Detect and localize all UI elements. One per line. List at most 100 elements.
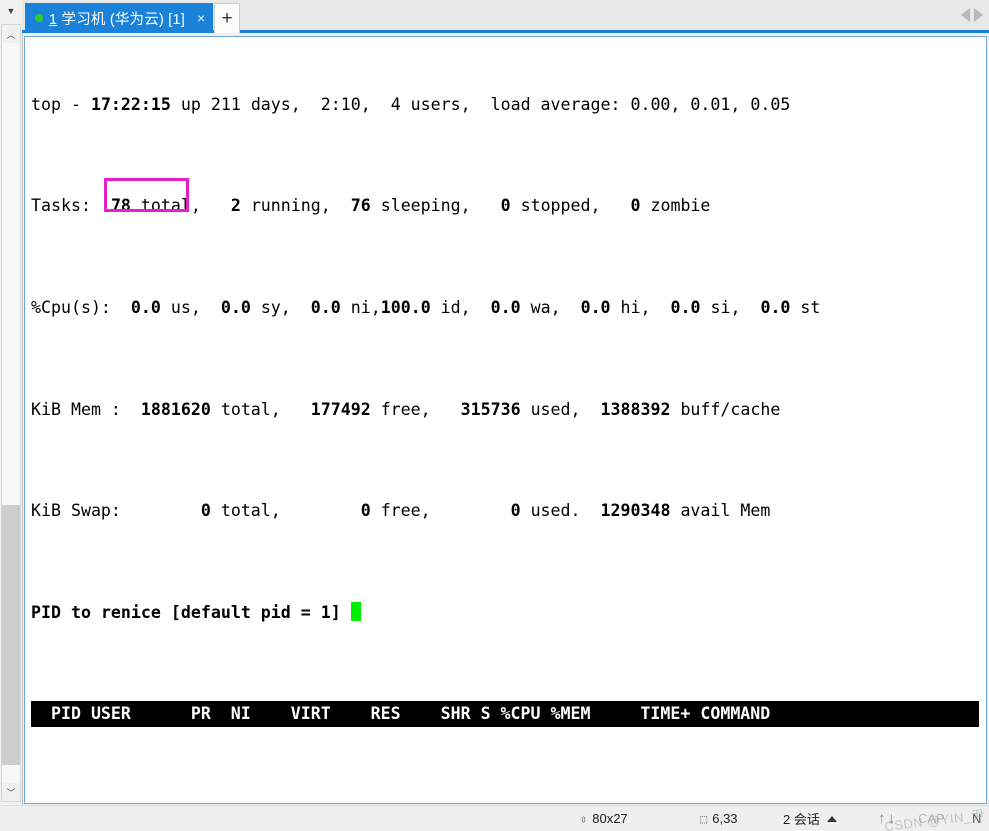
- cpu-sy-label: sy,: [250, 298, 311, 318]
- process-table-header: PID USER PR NI VIRT RES SHR S %CPU %MEM …: [31, 701, 979, 727]
- swap-total: 0: [200, 501, 211, 521]
- cursor-position-indicator: ⬚ 6,33: [700, 811, 738, 826]
- status-bar: ⇳ 80x27 ⬚ 6,33 2 会话 ↑ ↓ CAP N: [0, 805, 989, 831]
- session-count-indicator[interactable]: 2 会话: [783, 809, 837, 828]
- top-label: top -: [31, 94, 91, 114]
- arrow-down-icon: ↓: [887, 810, 896, 827]
- mem-label: KiB Mem :: [31, 399, 141, 419]
- top-summary-swap: KiB Swap: 0 total, 0 free, 0 used. 12903…: [31, 498, 986, 523]
- session-count-label: 2 会话: [783, 812, 820, 827]
- new-tab-button[interactable]: +: [214, 3, 240, 33]
- cpu-id-label: id,: [430, 298, 491, 318]
- chevron-right-icon[interactable]: [974, 8, 983, 22]
- close-icon[interactable]: ×: [197, 11, 205, 25]
- swap-free-label: free,: [370, 501, 511, 521]
- cpu-st-label: st: [790, 298, 821, 318]
- arrow-up-icon: ↑: [878, 810, 886, 827]
- swap-free: 0: [360, 501, 371, 521]
- tasks-zombie: 0: [630, 196, 641, 216]
- cpu-ni: 0.0: [310, 298, 341, 318]
- cpu-wa-label: wa,: [520, 298, 581, 318]
- swap-avail-label: avail Mem: [670, 501, 771, 521]
- tasks-total: 78: [110, 196, 131, 216]
- cpu-sy: 0.0: [220, 298, 251, 318]
- tasks-total-label: total,: [130, 196, 231, 216]
- cpu-si: 0.0: [670, 298, 701, 318]
- network-activity-indicator: ↑ ↓: [878, 810, 895, 827]
- load-average: 4 users, load average: 0.00, 0.01, 0.05: [370, 94, 791, 114]
- top-summary-mem: KiB Mem : 1881620 total, 177492 free, 31…: [31, 397, 986, 422]
- scroll-up-icon[interactable]: ︿: [2, 25, 20, 43]
- text-cursor: [350, 601, 361, 621]
- tab-title-text: 学习机 (华为云) [1]: [61, 11, 185, 28]
- num-lock-indicator: N: [972, 811, 982, 826]
- cursor-position-value: 6,33: [712, 811, 738, 826]
- cpu-id: 100.0: [380, 298, 431, 318]
- cpu-ni-label: ni,: [340, 298, 381, 318]
- tasks-label: Tasks:: [31, 196, 111, 216]
- mem-used-label: used,: [520, 399, 601, 419]
- mem-total-label: total,: [210, 399, 311, 419]
- scroll-down-icon[interactable]: ﹀: [2, 783, 20, 801]
- tab-nav-arrows: [961, 8, 983, 22]
- swap-avail: 1290348: [600, 501, 671, 521]
- mem-buffcache-label: buff/cache: [670, 399, 781, 419]
- mem-used: 315736: [460, 399, 521, 419]
- swap-used-label: used.: [520, 501, 601, 521]
- mem-buffcache: 1388392: [600, 399, 671, 419]
- mem-free-label: free,: [370, 399, 461, 419]
- tasks-stopped-label: stopped,: [510, 196, 631, 216]
- top-summary-uptime: top - 17:22:15 up 211 days, 2:10, 4 user…: [31, 92, 986, 117]
- cpu-si-label: si,: [700, 298, 761, 318]
- process-table-body: 1 root 20 0 51656 3620 2392 S 0.0 0.2 25…: [31, 803, 986, 804]
- terminal-size-value: 80x27: [592, 811, 628, 826]
- cpu-wa: 0.0: [490, 298, 521, 318]
- left-scrollbar[interactable]: ︿ ﹀: [1, 24, 21, 802]
- tasks-stopped: 0: [500, 196, 511, 216]
- renice-keyword: renice: [100, 602, 161, 622]
- tasks-sleeping: 76: [350, 196, 371, 216]
- caps-lock-indicator: CAP: [918, 811, 945, 826]
- terminal-size-indicator: ⇳ 80x27: [580, 811, 628, 826]
- swap-used: 0: [510, 501, 521, 521]
- tasks-sleeping-label: sleeping,: [370, 196, 501, 216]
- cpu-us-label: us,: [160, 298, 221, 318]
- session-dropdown[interactable]: ▼: [0, 0, 22, 22]
- chevron-down-icon: ▼: [6, 6, 16, 16]
- cpu-hi: 0.0: [580, 298, 611, 318]
- tasks-running: 2: [230, 196, 241, 216]
- tab-title: 1 学习机 (华为云) [1]: [49, 8, 185, 29]
- cpu-label: %Cpu(s):: [31, 298, 131, 318]
- chevron-up-icon[interactable]: [826, 815, 837, 822]
- top-time: 17:22:15: [90, 94, 171, 114]
- mem-total: 1881620: [140, 399, 211, 419]
- uptime-value: 211 days, 2:10,: [210, 94, 371, 114]
- mem-free: 177492: [310, 399, 371, 419]
- tab-session-1[interactable]: 1 学习机 (华为云) [1] ×: [25, 3, 214, 33]
- top-summary-cpu: %Cpu(s): 0.0 us, 0.0 sy, 0.0 ni,100.0 id…: [31, 295, 986, 320]
- scrollbar-thumb[interactable]: [2, 505, 20, 765]
- cpu-st: 0.0: [760, 298, 791, 318]
- renice-prompt-prefix: PID to: [31, 602, 101, 622]
- swap-label: KiB Swap:: [31, 501, 201, 521]
- renice-prompt-suffix: [default pid = 1]: [160, 602, 351, 622]
- tab-strip: 1 学习机 (华为云) [1] × +: [22, 0, 989, 33]
- resize-icon: ⇳: [580, 811, 588, 826]
- tab-accel: 1: [49, 11, 58, 28]
- left-rail: ▼ ︿ ﹀: [0, 0, 23, 805]
- cpu-us: 0.0: [130, 298, 161, 318]
- swap-total-label: total,: [210, 501, 361, 521]
- column-icon: ⬚: [700, 811, 708, 826]
- terminal-output[interactable]: top - 17:22:15 up 211 days, 2:10, 4 user…: [24, 36, 987, 804]
- table-row: 1 root 20 0 51656 3620 2392 S 0.0 0.2 25…: [31, 803, 986, 804]
- tasks-zombie-label: zombie: [640, 196, 711, 216]
- cpu-hi-label: hi,: [610, 298, 671, 318]
- process-table-header-row: PID USER PR NI VIRT RES SHR S %CPU %MEM …: [31, 701, 986, 727]
- tasks-running-label: running,: [240, 196, 351, 216]
- renice-prompt-line: PID to renice [default pid = 1]: [31, 600, 986, 625]
- chevron-left-icon[interactable]: [961, 8, 970, 22]
- tab-status-dot-icon: [35, 14, 43, 22]
- terminal-app-window: ▼ ︿ ﹀ 1 学习机 (华为云) [1] × + top - 17:22:15…: [0, 0, 989, 831]
- up-label: up: [170, 94, 211, 114]
- top-summary-tasks: Tasks: 78 total, 2 running, 76 sleeping,…: [31, 193, 986, 218]
